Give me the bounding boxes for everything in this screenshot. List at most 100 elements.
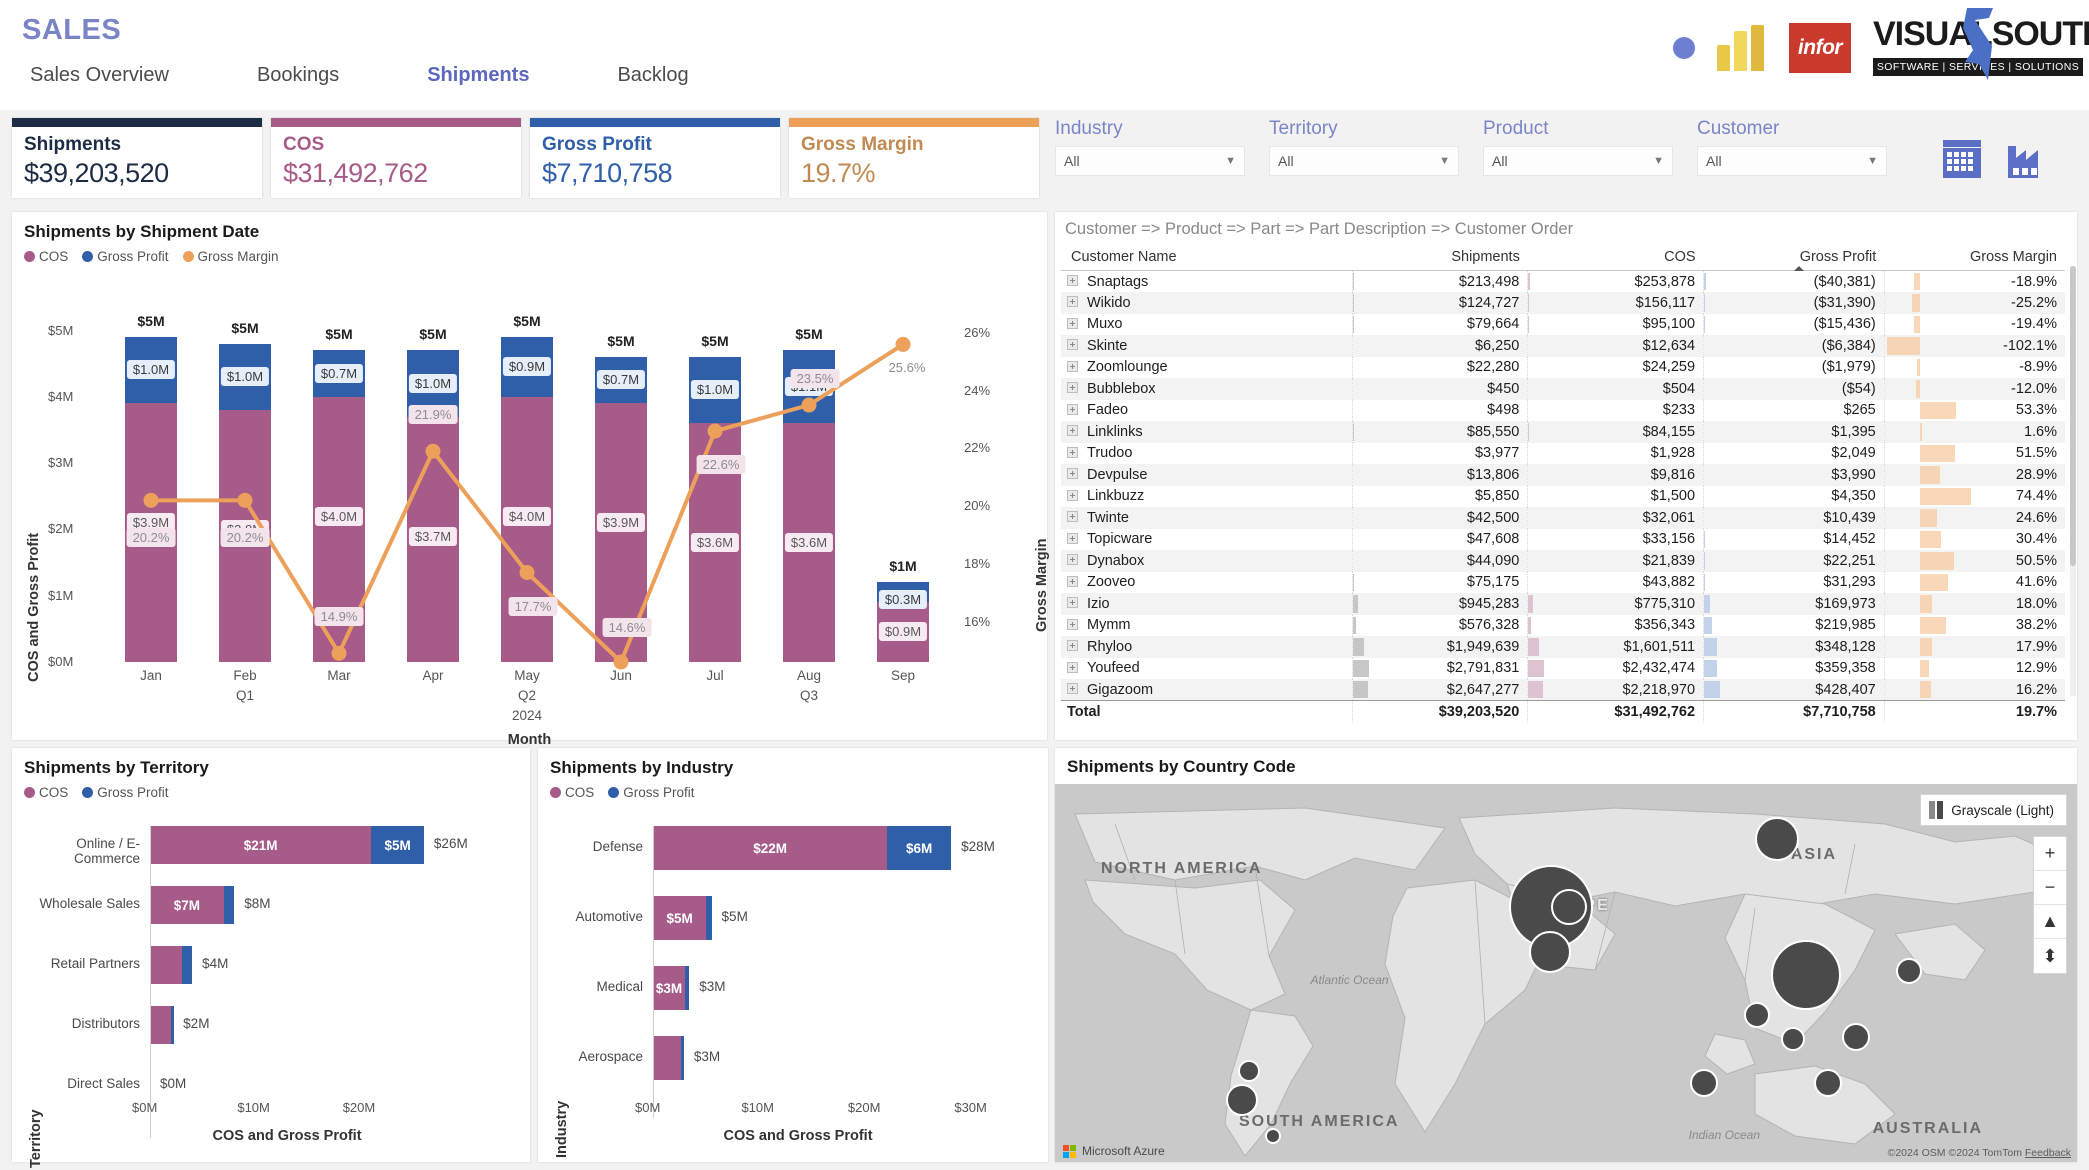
bar-segment-gross-profit[interactable]: $6M — [887, 826, 951, 870]
bar-row[interactable] — [150, 946, 192, 984]
cell-customer-name[interactable]: Topicware — [1061, 529, 1352, 551]
expand-row-icon[interactable] — [1067, 533, 1078, 544]
expand-row-icon[interactable] — [1067, 382, 1078, 393]
cell-customer-name[interactable]: Mymm — [1061, 615, 1352, 637]
slicer-dropdown[interactable]: All▼ — [1483, 146, 1673, 176]
map-bubble[interactable] — [1265, 1128, 1281, 1144]
bar-segment-gross-profit[interactable] — [706, 896, 711, 940]
table-row[interactable]: Muxo$79,664$95,100($15,436)-19.4% — [1061, 314, 2065, 336]
bar-segment-cos[interactable]: $3M — [653, 966, 685, 1010]
cell-customer-name[interactable]: Devpulse — [1061, 464, 1352, 486]
cell-customer-name[interactable]: Skinte — [1061, 335, 1352, 357]
table-row[interactable]: Dynabox$44,090$21,839$22,25150.5% — [1061, 550, 2065, 572]
table-row[interactable]: Zooveo$75,175$43,882$31,29341.6% — [1061, 572, 2065, 594]
map-bubble[interactable] — [1226, 1084, 1258, 1116]
chart-shipments-by-industry[interactable]: Shipments by Industry COSGross Profit In… — [538, 748, 1048, 1162]
bar-segment-gross-profit[interactable]: $5M — [371, 826, 424, 864]
bar-row[interactable]: $22M$6M — [653, 826, 951, 870]
legend-item-cos[interactable]: COS — [550, 785, 594, 800]
kpi-card-gross-profit[interactable]: Gross Profit$7,710,758 — [530, 118, 780, 198]
table-row[interactable]: Wikido$124,727$156,117($31,390)-25.2% — [1061, 292, 2065, 314]
slicer-industry[interactable]: IndustryAll▼ — [1055, 118, 1245, 176]
table-row[interactable]: Bubblebox$450$504($54)-12.0% — [1061, 378, 2065, 400]
table-scrollbar[interactable] — [2070, 266, 2076, 696]
table-header-shipments[interactable]: Shipments — [1352, 246, 1528, 271]
expand-row-icon[interactable] — [1067, 296, 1078, 307]
compass-icon[interactable]: ⬍ — [2034, 939, 2066, 973]
expand-row-icon[interactable] — [1067, 468, 1078, 479]
table-row[interactable]: Zoomlounge$22,280$24,259($1,979)-8.9% — [1061, 357, 2065, 379]
map-bubble[interactable] — [1814, 1069, 1842, 1097]
table-row[interactable]: Skinte$6,250$12,634($6,384)-102.1% — [1061, 335, 2065, 357]
map-bubble[interactable] — [1781, 1027, 1805, 1051]
bar-row[interactable]: $21M$5M — [150, 826, 424, 864]
table-header-row[interactable]: Customer NameShipmentsCOSGross ProfitGro… — [1061, 246, 2065, 271]
matrix-customer-table[interactable]: Customer => Product => Part => Part Desc… — [1055, 212, 2077, 740]
bar-row[interactable]: $5M — [653, 896, 712, 940]
cell-customer-name[interactable]: Linklinks — [1061, 421, 1352, 443]
expand-row-icon[interactable] — [1067, 404, 1078, 415]
cell-customer-name[interactable]: Fadeo — [1061, 400, 1352, 422]
cell-customer-name[interactable]: Zoomlounge — [1061, 357, 1352, 379]
legend-item-gross-profit[interactable]: Gross Profit — [82, 785, 168, 800]
table-header-customer-name[interactable]: Customer Name — [1061, 246, 1352, 271]
slicer-customer[interactable]: CustomerAll▼ — [1697, 118, 1887, 176]
factory-icon[interactable] — [2004, 138, 2048, 180]
table-row[interactable]: Trudoo$3,977$1,928$2,04951.5% — [1061, 443, 2065, 465]
map-bubble[interactable] — [1771, 940, 1841, 1010]
table-row[interactable]: Rhyloo$1,949,639$1,601,511$348,12817.9% — [1061, 636, 2065, 658]
table-header-gross-profit[interactable]: Gross Profit — [1704, 246, 1885, 271]
table-row[interactable]: Linklinks$85,550$84,155$1,3951.6% — [1061, 421, 2065, 443]
table-row[interactable]: Fadeo$498$233$26553.3% — [1061, 400, 2065, 422]
cell-customer-name[interactable]: Linkbuzz — [1061, 486, 1352, 508]
expand-row-icon[interactable] — [1067, 361, 1078, 372]
cell-customer-name[interactable]: Twinte — [1061, 507, 1352, 529]
table-row[interactable]: Snaptags$213,498$253,878($40,381)-18.9% — [1061, 271, 2065, 293]
legend-item-cos[interactable]: COS — [24, 785, 68, 800]
expand-row-icon[interactable] — [1067, 447, 1078, 458]
map-bubble[interactable] — [1551, 889, 1587, 925]
bar-row[interactable]: $7M — [150, 886, 234, 924]
table-header-gross-margin[interactable]: Gross Margin — [1884, 246, 2065, 271]
expand-row-icon[interactable] — [1067, 511, 1078, 522]
table-body[interactable]: Snaptags$213,498$253,878($40,381)-18.9%W… — [1061, 271, 2065, 701]
table-row[interactable]: Gigazoom$2,647,277$2,218,970$428,40716.2… — [1061, 679, 2065, 701]
table-row[interactable]: Izio$945,283$775,310$169,97318.0% — [1061, 593, 2065, 615]
table-row[interactable]: Mymm$576,328$356,343$219,98538.2% — [1061, 615, 2065, 637]
map-bubble[interactable] — [1529, 931, 1571, 973]
table-row[interactable]: Devpulse$13,806$9,816$3,99028.9% — [1061, 464, 2065, 486]
chevron-down-icon[interactable]: ▼ — [1225, 155, 1236, 167]
cell-customer-name[interactable]: Zooveo — [1061, 572, 1352, 594]
bar-segment-gross-profit[interactable] — [685, 966, 689, 1010]
bar-segment-gross-profit[interactable] — [171, 1006, 174, 1044]
bar-segment-cos[interactable]: $7M — [150, 886, 224, 924]
map-bubble[interactable] — [1744, 1002, 1770, 1028]
bar-segment-gross-profit[interactable] — [224, 886, 235, 924]
expand-row-icon[interactable] — [1067, 275, 1078, 286]
cell-customer-name[interactable]: Gigazoom — [1061, 679, 1352, 701]
chart-shipments-by-shipment-date[interactable]: Shipments by Shipment Date COSGross Prof… — [12, 212, 1047, 740]
nav-tab-bookings[interactable]: Bookings — [257, 60, 339, 91]
table-row[interactable]: Linkbuzz$5,850$1,500$4,35074.4% — [1061, 486, 2065, 508]
calendar-icon[interactable] — [1940, 138, 1984, 180]
map-bubble[interactable] — [1755, 817, 1799, 861]
bar-segment-cos[interactable] — [653, 1036, 681, 1080]
zoom-in-icon[interactable]: + — [2034, 837, 2066, 871]
expand-row-icon[interactable] — [1067, 339, 1078, 350]
bar-row[interactable]: $3M — [653, 966, 689, 1010]
chevron-down-icon[interactable]: ▼ — [1867, 155, 1878, 167]
map-controls[interactable]: + − ▲ ⬍ — [2033, 836, 2067, 974]
cell-customer-name[interactable]: Izio — [1061, 593, 1352, 615]
slicer-territory[interactable]: TerritoryAll▼ — [1269, 118, 1459, 176]
expand-row-icon[interactable] — [1067, 619, 1078, 630]
pitch-icon[interactable]: ▲ — [2034, 905, 2066, 939]
expand-row-icon[interactable] — [1067, 425, 1078, 436]
expand-row-icon[interactable] — [1067, 683, 1078, 694]
map-feedback-link[interactable]: Feedback — [2025, 1147, 2071, 1159]
table-header-cos[interactable]: COS — [1528, 246, 1704, 271]
nav-tab-shipments[interactable]: Shipments — [427, 60, 529, 91]
kpi-card-shipments[interactable]: Shipments$39,203,520 — [12, 118, 262, 198]
bar-segment-cos[interactable]: $21M — [150, 826, 371, 864]
expand-row-icon[interactable] — [1067, 576, 1078, 587]
kpi-card-cos[interactable]: COS$31,492,762 — [271, 118, 521, 198]
